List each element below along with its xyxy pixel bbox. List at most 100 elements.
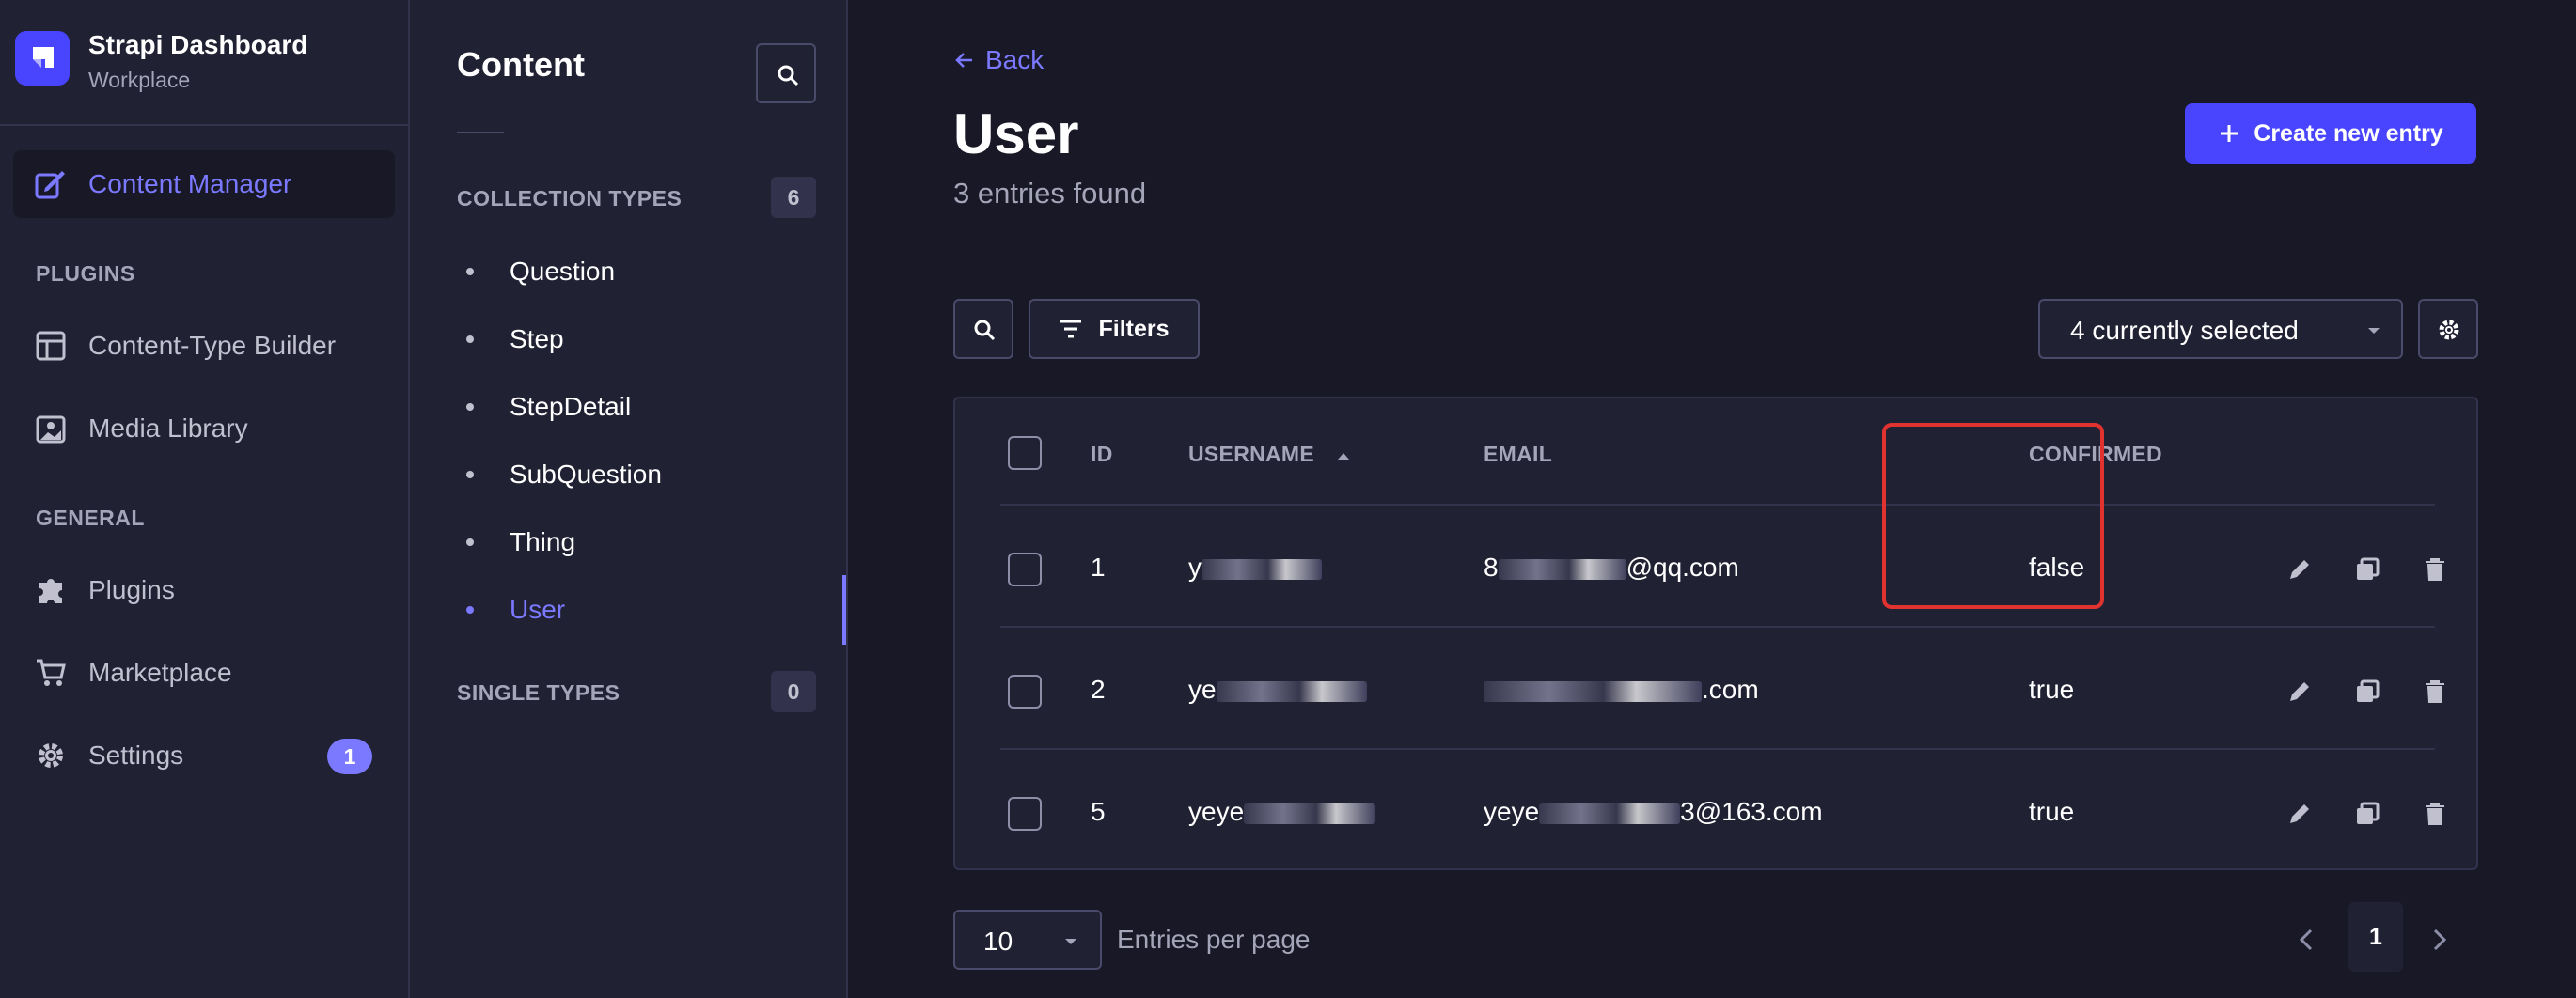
subnav-item-label: Question	[510, 257, 616, 286]
sort-ascending-icon	[1337, 453, 1349, 460]
subnav-item-label: Step	[510, 324, 564, 353]
columns-select[interactable]: 4 currently selected	[2038, 299, 2403, 359]
chevron-down-icon	[2368, 328, 2380, 334]
duplicate-icon[interactable]	[2352, 554, 2382, 585]
trash-icon[interactable]	[2420, 554, 2450, 585]
table-search-button[interactable]	[953, 299, 1013, 359]
nav-item-label: Content Manager	[88, 169, 292, 198]
cell-username: y	[1188, 553, 1322, 583]
gear-icon	[2439, 320, 2459, 340]
nav-item-content-type-builder[interactable]: Content-Type Builder	[13, 312, 395, 380]
subnav-item-label: SubQuestion	[510, 460, 662, 489]
collection-types-count: 6	[771, 177, 816, 218]
pencil-icon[interactable]	[2285, 799, 2315, 829]
row-checkbox[interactable]	[1008, 553, 1042, 586]
column-header-id[interactable]: ID	[1091, 442, 1113, 467]
search-icon	[778, 65, 799, 86]
subnav-item-step[interactable]: Step	[457, 316, 814, 363]
filters-button[interactable]: Filters	[1029, 299, 1200, 359]
bullet-icon	[466, 471, 474, 478]
strapi-logo-icon	[15, 31, 70, 86]
nav-item-label: Settings	[88, 741, 184, 770]
entries-count: 3 entries found	[953, 177, 1147, 210]
puzzle-icon	[39, 579, 62, 603]
email-suffix: .com	[1702, 675, 1759, 704]
nav-item-marketplace[interactable]: Marketplace	[13, 639, 395, 707]
nav-item-media-library[interactable]: Media Library	[13, 395, 395, 462]
subnav-search-button[interactable]	[756, 43, 816, 103]
nav-item-label: Plugins	[88, 575, 175, 604]
main-nav: Strapi Dashboard Workplace Content Manag…	[0, 0, 410, 998]
email-prefix: 8	[1484, 553, 1499, 582]
feather-icon	[35, 171, 65, 199]
shopping-cart-icon	[37, 659, 66, 686]
active-indicator	[842, 575, 846, 645]
redacted-mask	[1202, 558, 1322, 580]
redacted-mask	[1484, 680, 1702, 702]
column-header-email[interactable]: EMAIL	[1484, 442, 1552, 467]
subnav-item-label: User	[510, 595, 566, 624]
chevron-left-icon[interactable]	[2288, 921, 2326, 959]
back-link[interactable]: Back	[953, 45, 1044, 75]
username-visible: yeye	[1188, 797, 1245, 826]
filter-icon	[1060, 320, 1082, 338]
redacted-mask	[1216, 680, 1367, 702]
subnav-item-user[interactable]: User	[457, 586, 814, 633]
pagination-page[interactable]: 1	[2348, 902, 2403, 972]
single-types-count: 0	[771, 671, 816, 712]
entries-per-page-select[interactable]: 10	[953, 910, 1102, 970]
nav-item-settings[interactable]: Settings 1	[13, 722, 395, 789]
layout-icon	[36, 331, 66, 361]
subnav-item-thing[interactable]: Thing	[457, 519, 814, 566]
nav-item-content-manager[interactable]: Content Manager	[13, 150, 395, 218]
main-content: Back User 3 entries found Create new ent…	[848, 0, 2576, 998]
column-header-label: USERNAME	[1188, 442, 1315, 466]
username-visible: ye	[1188, 675, 1217, 704]
cell-username: yeye	[1188, 797, 1376, 827]
table-settings-button[interactable]	[2418, 299, 2478, 359]
redacted-mask	[1539, 803, 1681, 824]
row-divider	[1000, 748, 2435, 750]
pencil-icon[interactable]	[2285, 677, 2315, 707]
cell-confirmed: true	[2029, 675, 2075, 704]
select-all-checkbox[interactable]	[1008, 436, 1042, 470]
email-suffix: 3@163.com	[1680, 797, 1823, 826]
subnav-item-label: Thing	[510, 527, 576, 556]
bullet-icon	[466, 538, 474, 546]
trash-icon[interactable]	[2420, 799, 2450, 829]
duplicate-icon[interactable]	[2352, 799, 2382, 829]
subnav-item-question[interactable]: Question	[457, 248, 814, 295]
app-root: Strapi Dashboard Workplace Content Manag…	[0, 0, 2576, 998]
duplicate-icon[interactable]	[2352, 677, 2382, 707]
bullet-icon	[466, 335, 474, 343]
redacted-mask	[1244, 803, 1376, 824]
columns-select-value: 4 currently selected	[2070, 316, 2299, 345]
username-visible: y	[1188, 553, 1202, 582]
row-divider	[1000, 504, 2435, 506]
create-new-entry-button[interactable]: Create new entry	[2185, 103, 2476, 164]
chevron-right-icon[interactable]	[2420, 921, 2458, 959]
notification-badge: 1	[327, 739, 372, 774]
trash-icon[interactable]	[2420, 677, 2450, 707]
chevron-down-icon	[1065, 939, 1076, 944]
cell-id: 5	[1091, 797, 1106, 826]
column-header-username[interactable]: USERNAME	[1188, 442, 1351, 467]
cell-confirmed: true	[2029, 797, 2075, 826]
subnav-title: Content	[457, 45, 585, 84]
row-checkbox[interactable]	[1008, 797, 1042, 831]
cell-email: yeye 3@163.com	[1484, 797, 1823, 827]
gear-icon	[39, 743, 63, 768]
subnav-item-stepdetail[interactable]: StepDetail	[457, 383, 814, 430]
row-checkbox[interactable]	[1008, 675, 1042, 709]
collection-types-label: COLLECTION TYPES	[457, 186, 683, 211]
nav-item-label: Content-Type Builder	[88, 331, 337, 360]
subnav-item-subquestion[interactable]: SubQuestion	[457, 451, 814, 498]
nav-item-plugins[interactable]: Plugins	[13, 556, 395, 624]
row-divider	[1000, 626, 2435, 628]
brand-subtitle: Workplace	[88, 68, 191, 92]
bullet-icon	[466, 606, 474, 614]
email-suffix: @qq.com	[1626, 553, 1739, 582]
plus-icon	[2221, 125, 2238, 142]
pencil-icon[interactable]	[2285, 554, 2315, 585]
cell-id: 2	[1091, 675, 1106, 704]
